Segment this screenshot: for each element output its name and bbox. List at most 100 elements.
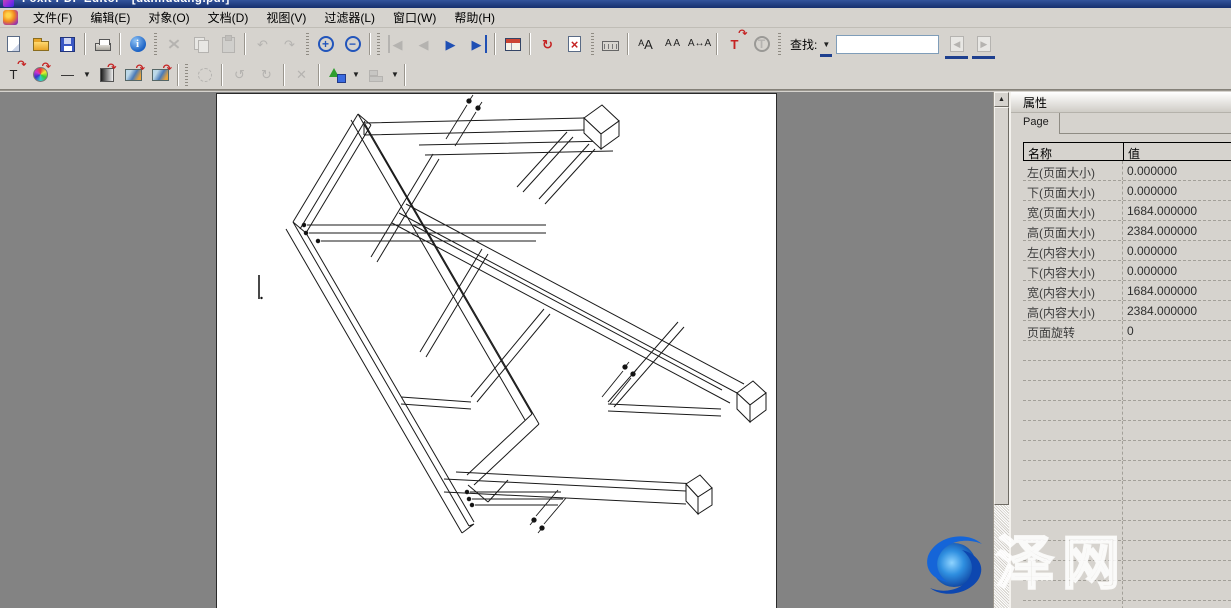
new-document-button[interactable]: [0, 32, 27, 57]
insert-shape-dropdown[interactable]: ▼: [350, 64, 362, 86]
add-color-button[interactable]: [27, 62, 54, 87]
zoom-in-button[interactable]: +: [312, 32, 339, 57]
previous-page-button[interactable]: ◀: [410, 32, 437, 57]
property-row: 左(页面大小)0.000000: [1023, 161, 1231, 181]
property-name: [1023, 601, 1123, 608]
align-objects-icon: [367, 66, 385, 84]
rotate-object-ccw-icon: ↺: [231, 66, 249, 84]
add-text-button[interactable]: T: [0, 62, 27, 87]
zoom-out-button[interactable]: −: [339, 32, 366, 57]
toolbar-grip[interactable]: [154, 33, 157, 55]
property-name: [1023, 341, 1123, 360]
document-window-icon[interactable]: [3, 10, 18, 25]
toolbar-grip[interactable]: [377, 33, 380, 55]
tab-page[interactable]: Page: [1011, 113, 1060, 134]
rotate-object-ccw-button[interactable]: ↺: [226, 62, 253, 87]
scroll-up-button[interactable]: ▲: [994, 92, 1009, 107]
copy-button[interactable]: [187, 32, 214, 57]
property-name: [1023, 361, 1123, 380]
last-page-button[interactable]: ▶: [464, 32, 491, 57]
toolbar-grip[interactable]: [778, 33, 781, 55]
line-style-dropdown[interactable]: ▼: [81, 64, 93, 86]
menu-filter[interactable]: 过滤器(L): [315, 7, 384, 28]
add-color-icon: [33, 67, 48, 82]
find-dropdown[interactable]: ▼: [820, 33, 832, 55]
add-gradient-button[interactable]: [93, 62, 120, 87]
property-row: 页面旋转0: [1023, 321, 1231, 341]
property-value[interactable]: 0: [1123, 321, 1231, 340]
char-spacing-button[interactable]: A A: [659, 32, 686, 57]
menu-edit[interactable]: 编辑(E): [81, 7, 139, 28]
property-value: [1123, 521, 1231, 540]
find-previous-button[interactable]: ◀: [943, 32, 970, 57]
line-style-button[interactable]: —: [54, 62, 81, 87]
menu-window[interactable]: 窗口(W): [384, 7, 445, 28]
align-objects-button[interactable]: [362, 62, 389, 87]
paste-button[interactable]: [214, 32, 241, 57]
property-value[interactable]: 1684.000000: [1123, 201, 1231, 220]
menu-view[interactable]: 视图(V): [257, 7, 315, 28]
save-file-button[interactable]: [54, 32, 81, 57]
pdf-page[interactable]: [216, 93, 777, 608]
rotate-object-cw-button[interactable]: ↻: [253, 62, 280, 87]
find-input[interactable]: [836, 35, 939, 54]
redo-button[interactable]: ↷: [276, 32, 303, 57]
virtual-keyboard-button[interactable]: [597, 32, 624, 57]
toolbar-separator: [494, 33, 496, 55]
property-value: [1123, 501, 1231, 520]
deselect-button[interactable]: [191, 62, 218, 87]
property-value: [1123, 341, 1231, 360]
toolbar-separator: [529, 33, 531, 55]
rotate-page-button[interactable]: ↻: [534, 32, 561, 57]
vertical-scrollbar[interactable]: ▲: [993, 92, 1009, 608]
add-gradient-icon: [100, 68, 114, 82]
delete-page-button[interactable]: ×: [561, 32, 588, 57]
scrollbar-track[interactable]: [994, 107, 1009, 608]
undo-button[interactable]: ↶: [249, 32, 276, 57]
font-size-button[interactable]: ᴬA: [632, 32, 659, 57]
property-value[interactable]: 0.000000: [1123, 241, 1231, 260]
rotate-object-cw-icon: ↻: [258, 66, 276, 84]
print-button[interactable]: [89, 32, 116, 57]
property-name: [1023, 581, 1123, 600]
delete-object-button[interactable]: ✕: [288, 62, 315, 87]
edit-image-button[interactable]: [120, 62, 147, 87]
cut-button[interactable]: [160, 32, 187, 57]
property-value[interactable]: 1684.000000: [1123, 281, 1231, 300]
property-value[interactable]: 2384.000000: [1123, 301, 1231, 320]
menu-help[interactable]: 帮助(H): [445, 7, 504, 28]
property-value[interactable]: 0.000000: [1123, 161, 1231, 180]
first-page-button[interactable]: ◀: [383, 32, 410, 57]
page-layout-button[interactable]: [499, 32, 526, 57]
open-file-button[interactable]: [27, 32, 54, 57]
property-value[interactable]: 0.000000: [1123, 261, 1231, 280]
scrollbar-thumb[interactable]: [994, 107, 1009, 505]
property-row-empty: [1023, 381, 1231, 401]
last-page-icon: ▶: [469, 35, 487, 53]
property-value[interactable]: 2384.000000: [1123, 221, 1231, 240]
toolbar-grip[interactable]: [591, 33, 594, 55]
char-scale-button[interactable]: A↔A: [686, 32, 713, 57]
undo-icon: ↶: [254, 35, 272, 53]
property-name: [1023, 561, 1123, 580]
align-objects-dropdown[interactable]: ▼: [389, 64, 401, 86]
menu-object[interactable]: 对象(O): [139, 7, 198, 28]
delete-object-icon: ✕: [293, 66, 311, 84]
toolbar-grip[interactable]: [306, 33, 309, 55]
next-page-button[interactable]: ▶: [437, 32, 464, 57]
redo-icon: ↷: [281, 35, 299, 53]
document-canvas[interactable]: [0, 92, 993, 608]
property-value[interactable]: 0.000000: [1123, 181, 1231, 200]
insert-shape-button[interactable]: [323, 62, 350, 87]
menu-document[interactable]: 文档(D): [199, 7, 258, 28]
add-image-button[interactable]: [147, 62, 174, 87]
document-info-button[interactable]: i: [124, 32, 151, 57]
menu-file[interactable]: 文件(F): [24, 7, 81, 28]
property-row: 高(页面大小)2384.000000: [1023, 221, 1231, 241]
insert-text-button[interactable]: T: [721, 32, 748, 57]
property-name: 下(页面大小): [1023, 181, 1123, 200]
property-row-empty: [1023, 561, 1231, 581]
find-next-button[interactable]: ▶: [970, 32, 997, 57]
toolbar-grip[interactable]: [185, 64, 188, 86]
text-mode-button[interactable]: T: [748, 32, 775, 57]
